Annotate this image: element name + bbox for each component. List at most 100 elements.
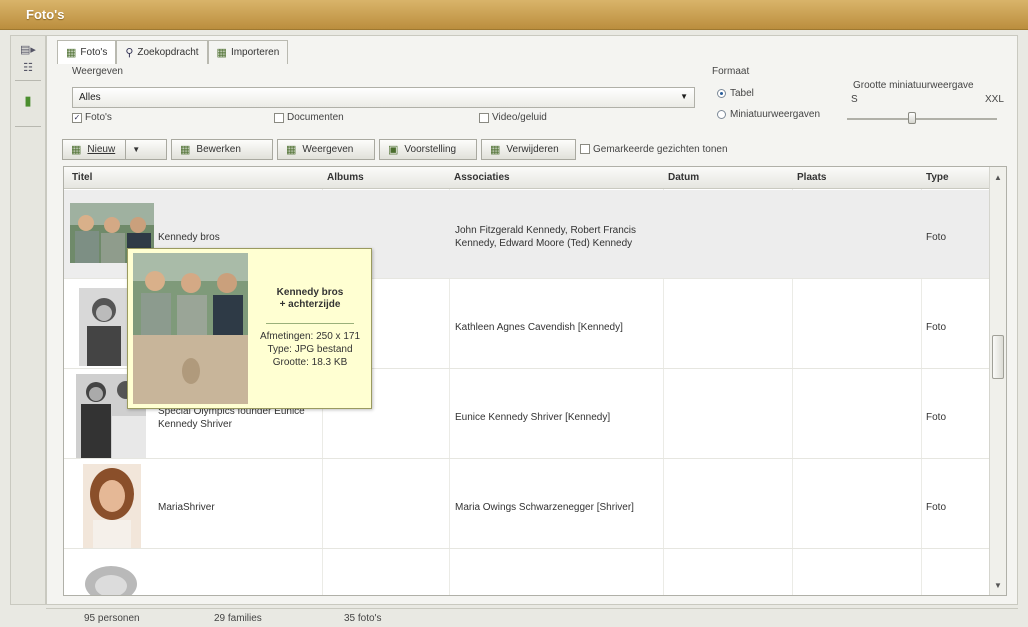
tab-label: Zoekopdracht <box>137 47 199 58</box>
checkbox-label: Gemarkeerde gezichten tonen <box>593 143 728 155</box>
column-header-date[interactable]: Datum <box>668 172 699 183</box>
radio-table[interactable]: Tabel <box>717 88 754 99</box>
table-row[interactable]: MariaShriver Maria Owings Schwarzenegger… <box>64 460 989 549</box>
view-button[interactable]: ▦ Weergeven <box>277 138 375 160</box>
list-view-icon[interactable]: ☷ <box>17 58 39 76</box>
edit-label: Bewerken <box>196 143 241 155</box>
cell-type: Foto <box>926 502 947 513</box>
slideshow-label: Voorstelling <box>404 143 457 155</box>
photo-tooltip: Kennedy bros + achterzijde Afmetingen: 2… <box>127 248 372 409</box>
tab-label: Importeren <box>230 47 280 58</box>
tooltip-size: Grootte: 18.3 KB <box>272 357 348 368</box>
import-icon: ▦ <box>216 47 227 59</box>
checkbox-box[interactable] <box>274 112 284 123</box>
column-header-associations[interactable]: Associaties <box>454 172 510 183</box>
vertical-scrollbar[interactable]: ▲ ▼ <box>989 167 1006 595</box>
chevron-down-icon: ▼ <box>680 92 688 101</box>
tab-photos[interactable]: ▦ Foto's <box>57 40 117 64</box>
column-header-place[interactable]: Plaats <box>797 172 826 183</box>
delete-label: Verwijderen <box>506 143 559 155</box>
edit-button[interactable]: ▦ Bewerken <box>171 138 273 160</box>
checkbox-documents[interactable]: Documenten <box>274 112 344 123</box>
view-select[interactable]: Alles ▼ <box>72 87 695 108</box>
radio-label: Tabel <box>730 88 754 99</box>
format-label: Formaat <box>712 66 750 77</box>
divider <box>125 139 127 159</box>
cell-associations: John Fitzgerald Kennedy, Robert Francis … <box>455 225 637 249</box>
photo-thumbnail <box>79 288 129 366</box>
new-icon: ▦ <box>71 143 82 156</box>
photos-icon: ▦ <box>66 47 77 59</box>
checkbox-photos[interactable]: ✓ Foto's <box>72 112 112 123</box>
status-persons: 95 personen <box>84 613 140 624</box>
table-row[interactable] <box>64 550 989 595</box>
column-header-title[interactable]: Titel <box>72 172 92 183</box>
checkbox-box[interactable] <box>479 112 489 123</box>
cell-associations: Maria Owings Schwarzenegger [Shriver] <box>455 502 634 513</box>
tooltip-type: Type: JPG bestand <box>267 344 353 355</box>
photo-thumbnail <box>83 464 141 548</box>
book-icon[interactable]: ▮ <box>17 92 39 110</box>
column-header-type[interactable]: Type <box>926 172 949 183</box>
view-label: Weergeven <box>72 66 123 77</box>
view-select-value: Alles <box>79 92 101 103</box>
left-sidebar: ▤▸ ☷ ▮ <box>10 35 46 605</box>
tooltip-dimensions: Afmetingen: 250 x 171 <box>259 331 361 342</box>
edit-icon: ▦ <box>180 143 191 156</box>
scrollbar-thumb[interactable] <box>992 335 1004 379</box>
checkbox-show-faces[interactable]: Gemarkeerde gezichten tonen <box>580 144 728 155</box>
tooltip-subtitle: + achterzijde <box>279 299 341 310</box>
status-families: 29 families <box>214 613 262 624</box>
status-bar: 95 personen 29 families 35 foto's <box>46 608 1018 627</box>
checkbox-box[interactable]: ✓ <box>72 112 82 123</box>
cell-title: Kennedy bros <box>158 232 220 243</box>
window-title: Foto's <box>26 7 65 22</box>
scroll-up-icon[interactable]: ▲ <box>994 173 1002 182</box>
cell-associations: Eunice Kennedy Shriver [Kennedy] <box>455 412 611 423</box>
column-header-albums[interactable]: Albums <box>327 172 364 183</box>
photo-thumbnail <box>82 556 140 595</box>
sidebar-toggle-icon[interactable]: ▤▸ <box>17 40 39 58</box>
tab-label: Foto's <box>80 47 108 58</box>
divider <box>266 323 354 324</box>
slideshow-icon: ▣ <box>388 143 399 156</box>
checkbox-video-audio[interactable]: Video/geluid <box>479 112 547 123</box>
cell-title: MariaShriver <box>158 502 215 513</box>
tab-search[interactable]: ⚲ Zoekopdracht <box>116 40 208 64</box>
new-button[interactable]: ▦ Nieuw ▼ <box>62 138 167 160</box>
radio-dot[interactable] <box>717 110 726 119</box>
view-button-label: Weergeven <box>302 143 354 155</box>
size-max-label: XXL <box>985 94 1004 105</box>
checkbox-label: Video/geluid <box>492 112 547 123</box>
cell-associations: Kathleen Agnes Cavendish [Kennedy] <box>455 322 623 333</box>
size-min-label: S <box>851 94 858 105</box>
status-photos: 35 foto's <box>344 613 382 624</box>
tab-import[interactable]: ▦ Importeren <box>207 40 289 64</box>
cell-type: Foto <box>926 322 947 333</box>
thumb-size-label: Grootte miniatuurweergave <box>853 80 974 91</box>
radio-label: Miniatuurweergaven <box>730 109 821 120</box>
slideshow-button[interactable]: ▣ Voorstelling <box>379 138 477 160</box>
tooltip-photo <box>133 253 248 404</box>
view-icon: ▦ <box>286 143 297 156</box>
cell-type: Foto <box>926 412 947 423</box>
tooltip-title: Kennedy bros <box>276 287 344 298</box>
tab-bar: ▦ Foto's ⚲ Zoekopdracht ▦ Importeren <box>57 40 289 64</box>
size-slider-track[interactable] <box>847 118 997 120</box>
checkbox-label: Foto's <box>85 112 112 123</box>
chevron-down-icon[interactable]: ▼ <box>132 145 140 154</box>
checkbox-box[interactable] <box>580 144 590 154</box>
radio-dot[interactable] <box>717 89 726 98</box>
size-slider-thumb[interactable] <box>908 112 916 124</box>
divider <box>15 126 41 127</box>
scroll-down-icon[interactable]: ▼ <box>994 581 1002 590</box>
radio-thumbnails[interactable]: Miniatuurweergaven <box>717 109 820 120</box>
window-titlebar: Foto's <box>0 0 1028 30</box>
search-icon: ⚲ <box>125 47 134 59</box>
toolbar: ▦ Nieuw ▼ ▦ Bewerken ▦ Weergeven ▣ Voors… <box>62 138 728 160</box>
cell-type: Foto <box>926 232 947 243</box>
delete-button[interactable]: ▦ Verwijderen <box>481 138 576 160</box>
new-label: Nieuw <box>87 143 116 155</box>
table-header: Titel Albums Associaties Datum Plaats Ty… <box>64 167 989 189</box>
delete-icon: ▦ <box>490 143 501 156</box>
